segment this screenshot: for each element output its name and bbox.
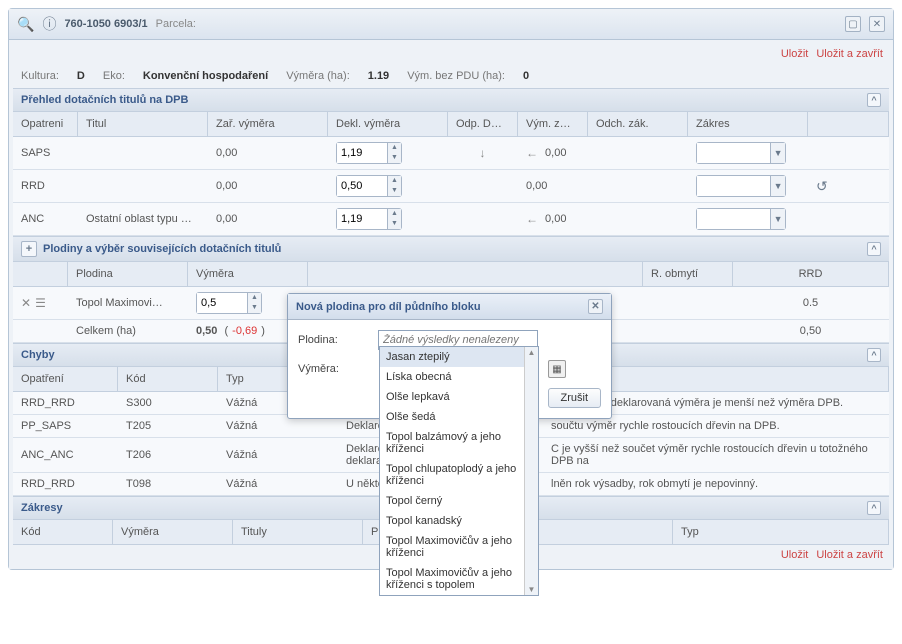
maximize-button[interactable]: ▢ xyxy=(845,16,861,32)
titlebar: 🔍 ⓘ 760-1050 6903/1 Parcela: ▢ ✕ xyxy=(9,9,893,40)
dropdown-scrollbar[interactable]: ▲ ▼ xyxy=(524,347,538,595)
dialog-title: Nová plodina pro díl půdního bloku ✕ xyxy=(288,294,611,320)
dropdown-option[interactable]: Líska obecná xyxy=(380,367,538,387)
chevron-down-icon[interactable]: ▼ xyxy=(770,176,785,196)
vymera-spinner[interactable]: ▲▼ xyxy=(196,292,262,314)
chevron-down-icon[interactable]: ▼ xyxy=(770,209,785,229)
plodina-dropdown[interactable]: Jasan ztepilýLíska obecnáOlše lepkaváOlš… xyxy=(379,346,539,596)
info-icon[interactable]: ⓘ xyxy=(42,14,56,34)
dialog-close-button[interactable]: ✕ xyxy=(588,299,603,314)
zakres-combo[interactable]: ▼ xyxy=(696,175,786,197)
toolbar-top: Uložit Uložit a zavřít xyxy=(13,44,889,64)
dropdown-option[interactable]: Olše šedá xyxy=(380,407,538,427)
dropdown-option[interactable]: Topol černý xyxy=(380,491,538,511)
delete-icon[interactable]: ✕ xyxy=(21,296,31,310)
vymera-field-label: Výměra: xyxy=(298,363,368,375)
titles-grid-header: Opatreni Titul Zař. výměra Dekl. výměra … xyxy=(13,112,889,137)
dropdown-option[interactable]: Topol kanadský xyxy=(380,511,538,531)
save-button[interactable]: Uložit xyxy=(781,48,809,60)
cancel-button[interactable]: Zrušit xyxy=(548,388,602,408)
save-close-button-bottom[interactable]: Uložit a zavřít xyxy=(816,549,883,561)
menu-icon[interactable]: ☰ xyxy=(35,296,46,310)
title-row: RRD0,00▲▼0,00▼↺ xyxy=(13,170,889,203)
section-titles-head: Přehled dotačních titulů na DPB ^ xyxy=(13,88,889,112)
title-row: SAPS0,00▲▼↓← 0,00▼ xyxy=(13,137,889,170)
section-plodiny-head: + Plodiny a výběr souvisejících dotačníc… xyxy=(13,236,889,262)
plodiny-grid-header: Plodina Výměra R. obmytí RRD xyxy=(13,262,889,287)
refresh-icon[interactable]: ↺ xyxy=(816,178,828,195)
scroll-down-icon[interactable]: ▼ xyxy=(525,584,538,595)
dropdown-option[interactable]: Jasan ztepilý xyxy=(380,347,538,367)
dekl-spinner[interactable]: ▲▼ xyxy=(336,208,402,230)
main-window: 🔍 ⓘ 760-1050 6903/1 Parcela: ▢ ✕ Uložit … xyxy=(8,8,894,570)
dropdown-option[interactable]: Topol balzámový a jeho kříženci xyxy=(380,427,538,459)
window-title: 760-1050 6903/1 xyxy=(64,18,147,30)
zakres-combo[interactable]: ▼ xyxy=(696,142,786,164)
parcela-label: Parcela: xyxy=(156,18,196,30)
collapse-icon[interactable]: ^ xyxy=(867,348,881,362)
scroll-up-icon[interactable]: ▲ xyxy=(525,347,538,358)
dropdown-option[interactable]: Topol Maximovičův a jeho kříženci xyxy=(380,531,538,563)
plodina-field-label: Plodina: xyxy=(298,334,368,346)
zakres-combo[interactable]: ▼ xyxy=(696,208,786,230)
collapse-icon[interactable]: ^ xyxy=(867,93,881,107)
save-button-bottom[interactable]: Uložit xyxy=(781,549,809,561)
close-button[interactable]: ✕ xyxy=(869,16,885,32)
arrow-down-icon[interactable]: ↓ xyxy=(480,146,486,160)
dropdown-option[interactable]: Topol Maximovičův a jeho kříženci s topo… xyxy=(380,563,538,595)
collapse-icon[interactable]: ^ xyxy=(867,242,881,256)
calculator-icon[interactable]: ▦ xyxy=(548,360,566,378)
arrow-left-icon[interactable]: ← xyxy=(526,212,538,226)
search-icon[interactable]: 🔍 xyxy=(17,16,34,33)
title-row: ANCOstatní oblast typu …0,00▲▼← 0,00▼ xyxy=(13,203,889,236)
dekl-spinner[interactable]: ▲▼ xyxy=(336,175,402,197)
collapse-icon[interactable]: ^ xyxy=(867,501,881,515)
dropdown-option[interactable]: Olše lepkavá xyxy=(380,387,538,407)
dropdown-option[interactable]: Topol chlupatoplodý a jeho kříženci xyxy=(380,459,538,491)
arrow-left-icon[interactable]: ← xyxy=(526,146,538,160)
info-row: Kultura: D Eko: Konvenční hospodaření Vý… xyxy=(13,64,889,88)
spinner-up[interactable]: ▲ xyxy=(248,293,261,303)
spinner-down[interactable]: ▼ xyxy=(248,303,261,313)
dekl-spinner[interactable]: ▲▼ xyxy=(336,142,402,164)
save-close-button[interactable]: Uložit a zavřít xyxy=(816,48,883,60)
chevron-down-icon[interactable]: ▼ xyxy=(770,143,785,163)
add-plodina-button[interactable]: + xyxy=(21,241,37,257)
